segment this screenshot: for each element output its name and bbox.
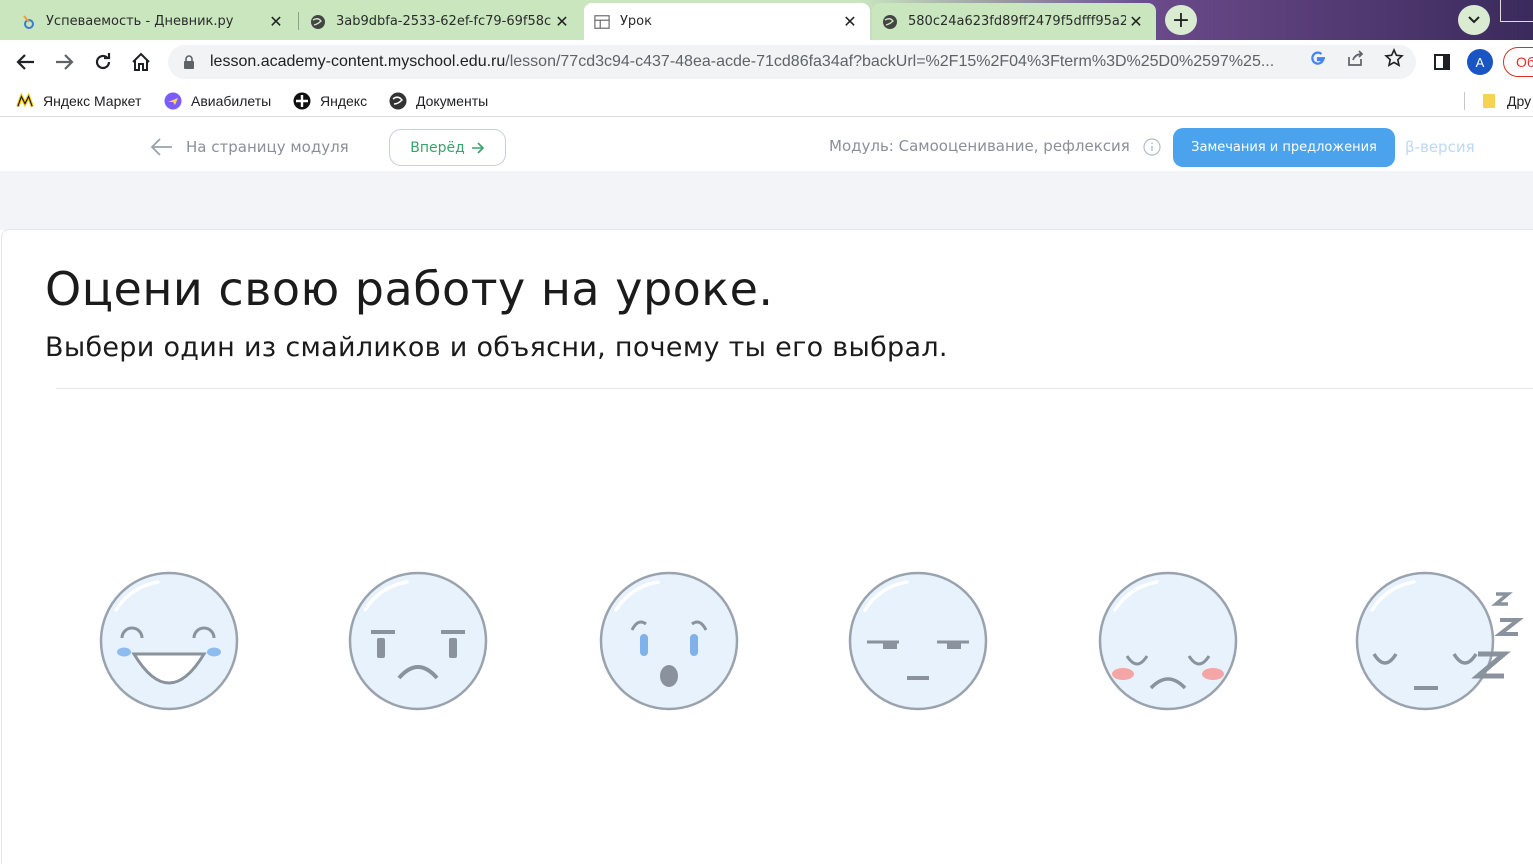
arrow-left-icon [150,138,172,156]
bookmark-label: Авиабилеты [191,93,272,109]
tab-strip: Успеваемость - Дневник.ру ✕ 3ab9dbfa-253… [0,0,1533,40]
url-text[interactable]: lesson.academy-content.myschool.edu.ru/l… [210,53,1295,71]
bookmark-star-icon[interactable] [1384,48,1404,68]
url-path: /lesson/77cd3c94-c437-48ea-acde-71cd86fa… [505,53,1275,70]
tab-title: 580c24a623fd89ff2479f5dfff95a2 [908,14,1126,29]
lesson-card [1,229,1533,864]
diary-favicon-icon [20,14,36,30]
info-icon[interactable] [1143,138,1161,156]
tab-title: Урок [620,14,652,29]
tab-search-button[interactable] [1458,5,1490,35]
forward-label: Вперёд [410,139,465,156]
new-tab-button[interactable]: + [1165,5,1197,35]
beta-label: β-версия [1405,138,1475,156]
feedback-button[interactable]: Замечания и предложения [1173,128,1395,167]
other-bookmarks-label: Дру [1507,93,1532,109]
close-icon[interactable]: ✕ [266,12,286,32]
bookmark-label: Яндекс Маркет [43,93,142,109]
chevron-down-icon [1468,16,1480,24]
bookmarks-separator [1464,92,1465,110]
globe-icon [882,14,898,30]
page-subtitle: Выбери один из смайликов и объясни, поче… [45,332,948,363]
divider [56,388,1533,389]
sad-smiley[interactable] [347,570,489,712]
folder-icon [1480,92,1498,110]
url-host: lesson.academy-content.myschool.edu.ru [210,53,506,70]
home-button[interactable] [127,48,155,76]
back-to-module-link[interactable]: На страницу модуля [150,135,349,159]
arrow-right-icon [56,54,74,70]
tab-title: Успеваемость - Дневник.ру [46,14,234,29]
reload-button[interactable] [89,48,117,76]
tab-lesson[interactable]: Урок ✕ [584,3,870,40]
other-bookmarks[interactable]: Дру [1480,90,1531,112]
reload-icon [95,53,111,70]
surprised-smiley[interactable] [598,570,740,712]
arrow-left-icon [16,54,34,70]
profile-avatar[interactable]: A [1467,49,1493,75]
side-panel-button[interactable] [1428,48,1456,76]
forward-button[interactable]: Вперёд [389,129,506,166]
forward-button[interactable] [50,48,78,76]
sleepy-smiley[interactable] [1354,570,1526,712]
bookmark-yandex-market[interactable]: Яндекс Маркет [16,90,141,112]
page-title: Оцени свою работу на уроке. [45,262,774,316]
content-background [0,171,1533,230]
lock-icon [184,55,194,69]
bookmark-plane-tickets[interactable]: Авиабилеты [164,90,271,112]
bookmarks-bar: Яндекс Маркет Авиабилеты Яндекс Документ… [0,84,1533,117]
close-icon[interactable]: ✕ [840,12,860,32]
bookmark-documents[interactable]: Документы [389,90,488,112]
tab-hash-1[interactable]: 3ab9dbfa-2533-62ef-fc79-69f58c ✕ [300,3,582,40]
bookmark-label: Документы [416,93,489,109]
update-button[interactable]: Об [1503,47,1533,77]
plane-tickets-icon [164,92,182,110]
back-to-module-label: На страницу модуля [186,138,349,156]
close-icon[interactable]: ✕ [1126,12,1146,32]
yandex-market-icon [16,92,34,110]
upset-blushing-smiley[interactable] [1097,570,1239,712]
tab-separator [298,12,299,30]
yandex-icon [293,92,311,110]
side-panel-icon [1434,54,1450,70]
window-minimize-button[interactable] [1500,0,1533,22]
documents-icon [389,92,407,110]
globe-icon [310,14,326,30]
close-icon[interactable]: ✕ [552,12,572,32]
bookmark-label: Яндекс [320,93,368,109]
address-bar[interactable]: lesson.academy-content.myschool.edu.ru/l… [168,45,1416,79]
tab-hash-2[interactable]: 580c24a623fd89ff2479f5dfff95a2 ✕ [872,3,1156,40]
share-icon[interactable] [1346,48,1366,68]
google-icon[interactable] [1308,48,1328,68]
browser-toolbar: lesson.academy-content.myschool.edu.ru/l… [0,40,1533,84]
bookmark-yandex[interactable]: Яндекс [293,90,367,112]
home-icon [132,52,150,71]
tab-diary[interactable]: Успеваемость - Дневник.ру ✕ [10,3,296,40]
module-label: Модуль: Самооценивание, рефлексия [829,137,1130,155]
back-button[interactable] [12,48,40,76]
lesson-page-icon [594,14,610,30]
unimpressed-smiley[interactable] [847,570,989,712]
tab-title: 3ab9dbfa-2533-62ef-fc79-69f58c [336,14,552,29]
arrow-right-icon [471,141,484,154]
lesson-header: На страницу модуля Вперёд Модуль: Самооц… [0,123,1533,171]
happy-smiley[interactable] [98,570,240,712]
